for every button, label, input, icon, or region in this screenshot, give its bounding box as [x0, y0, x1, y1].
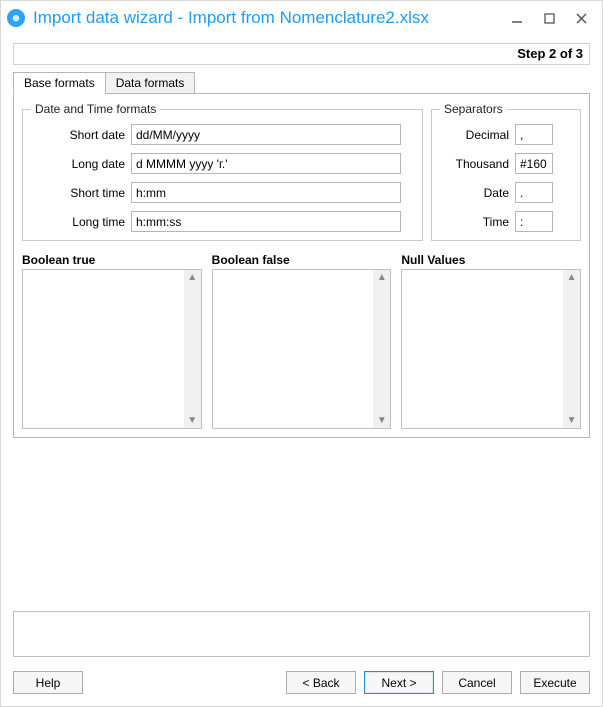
- tab-panel-base-formats: Date and Time formats Short date Long da…: [13, 93, 590, 438]
- label-thousand: Thousand: [440, 157, 515, 171]
- tab-base-formats[interactable]: Base formats: [13, 72, 106, 94]
- label-boolean-true: Boolean true: [22, 253, 202, 267]
- back-button[interactable]: < Back: [286, 671, 356, 694]
- step-text: Step 2 of 3: [517, 46, 583, 61]
- maximize-button[interactable]: [540, 9, 558, 27]
- label-boolean-false: Boolean false: [212, 253, 392, 267]
- step-indicator: Step 2 of 3: [13, 43, 590, 65]
- input-short-date[interactable]: [131, 124, 401, 145]
- input-date-sep[interactable]: [515, 182, 553, 203]
- input-decimal[interactable]: [515, 124, 553, 145]
- label-short-time: Short time: [31, 186, 131, 200]
- label-date-sep: Date: [440, 186, 515, 200]
- app-icon: ⊛: [7, 9, 25, 27]
- scrollbar[interactable]: ▲ ▼: [373, 270, 390, 428]
- legend-separators: Separators: [440, 102, 507, 116]
- cancel-button[interactable]: Cancel: [442, 671, 512, 694]
- scroll-down-icon: ▼: [187, 415, 197, 426]
- scroll-up-icon: ▲: [187, 272, 197, 283]
- close-button[interactable]: [572, 9, 590, 27]
- input-long-date[interactable]: [131, 153, 401, 174]
- input-short-time[interactable]: [131, 182, 401, 203]
- scroll-up-icon: ▲: [567, 272, 577, 283]
- input-time-sep[interactable]: [515, 211, 553, 232]
- title-bar: ⊛ Import data wizard - Import from Nomen…: [1, 1, 602, 35]
- tab-container: Base formats Data formats Date and Time …: [13, 71, 590, 438]
- button-row: Help < Back Next > Cancel Execute: [13, 671, 590, 694]
- scrollbar[interactable]: ▲ ▼: [563, 270, 580, 428]
- label-short-date: Short date: [31, 128, 131, 142]
- listbox-boolean-true[interactable]: ▲ ▼: [22, 269, 202, 429]
- scroll-down-icon: ▼: [377, 415, 387, 426]
- listbox-null-values[interactable]: ▲ ▼: [401, 269, 581, 429]
- fieldset-date-time-formats: Date and Time formats Short date Long da…: [22, 102, 423, 241]
- status-box: [13, 611, 590, 657]
- group-boolean-true: Boolean true ▲ ▼: [22, 253, 202, 429]
- tab-strip: Base formats Data formats: [13, 71, 590, 93]
- group-null-values: Null Values ▲ ▼: [401, 253, 581, 429]
- next-button[interactable]: Next >: [364, 671, 434, 694]
- scroll-down-icon: ▼: [567, 415, 577, 426]
- label-null-values: Null Values: [401, 253, 581, 267]
- tab-data-formats[interactable]: Data formats: [105, 72, 196, 94]
- scroll-up-icon: ▲: [377, 272, 387, 283]
- label-long-time: Long time: [31, 215, 131, 229]
- listbox-boolean-false[interactable]: ▲ ▼: [212, 269, 392, 429]
- help-button[interactable]: Help: [13, 671, 83, 694]
- minimize-button[interactable]: [508, 9, 526, 27]
- input-long-time[interactable]: [131, 211, 401, 232]
- label-decimal: Decimal: [440, 128, 515, 142]
- window-title: Import data wizard - Import from Nomencl…: [33, 8, 508, 28]
- execute-button[interactable]: Execute: [520, 671, 590, 694]
- input-thousand[interactable]: [515, 153, 553, 174]
- label-long-date: Long date: [31, 157, 131, 171]
- scrollbar[interactable]: ▲ ▼: [184, 270, 201, 428]
- legend-date-time: Date and Time formats: [31, 102, 160, 116]
- fieldset-separators: Separators Decimal Thousand Date Tim: [431, 102, 581, 241]
- label-time-sep: Time: [440, 215, 515, 229]
- group-boolean-false: Boolean false ▲ ▼: [212, 253, 392, 429]
- window-controls: [508, 9, 594, 27]
